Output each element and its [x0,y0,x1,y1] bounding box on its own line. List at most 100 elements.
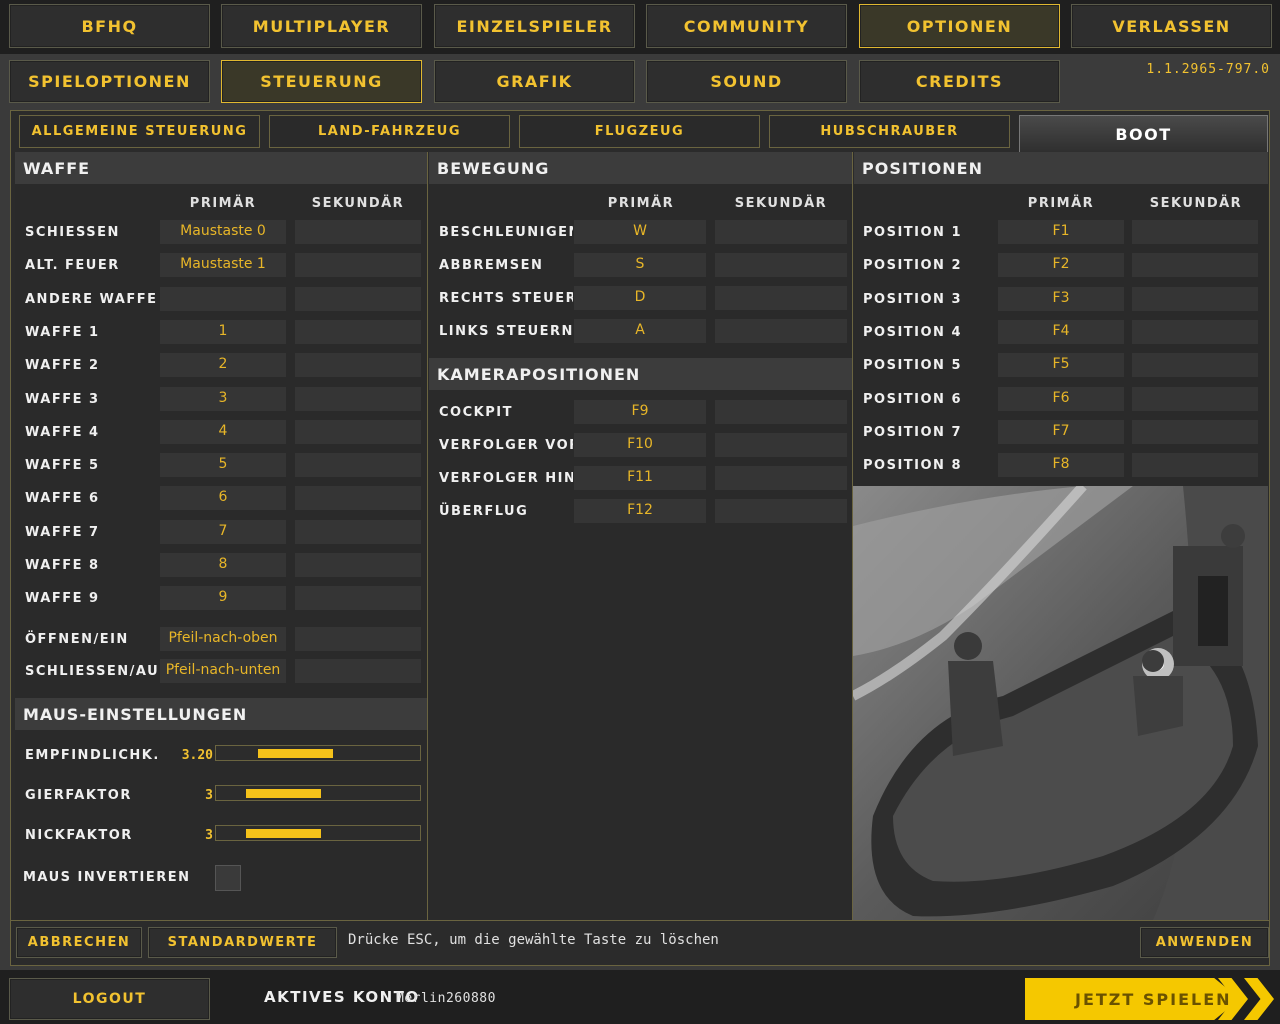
positionen-secondary-key-field[interactable] [1131,219,1259,245]
subnav-grafik-button[interactable]: GRAFIK [434,60,635,103]
boat-illustration [853,486,1268,920]
kamera-secondary-key-field[interactable] [714,432,848,458]
waffe-primary-key-field[interactable]: 9 [159,585,287,612]
invert-mouse-checkbox[interactable] [215,865,241,891]
bewegung-secondary-key-field[interactable] [714,252,848,278]
positionen-row-label: POSITION 5 [863,358,962,374]
kamera-secondary-key-field[interactable] [714,399,848,425]
section-waffe-title: WAFFE [15,152,427,184]
yaw-value: 3 [205,788,213,803]
waffe-primary-key-field[interactable]: 1 [159,318,287,345]
tab-flugzeug[interactable]: FLUGZEUG [519,115,760,148]
esc-hint-text: Drücke ESC, um die gewählte Taste zu lös… [348,932,719,948]
positionen-secondary-key-field[interactable] [1131,318,1259,345]
waffe-row-label: WAFFE 8 [25,558,100,573]
positionen-primary-key-field[interactable]: F8 [997,452,1125,479]
subnav-spieloptionen-button[interactable]: SPIELOPTIONEN [9,60,210,103]
waffe-primary-key-field[interactable] [159,285,287,312]
pitch-slider-fill [246,829,321,838]
positionen-primary-key-field[interactable]: F6 [997,385,1125,412]
nav-optionen-button[interactable]: OPTIONEN [859,4,1060,48]
play-now-button[interactable]: JETZT SPIELEN [1025,978,1240,1020]
sensitivity-slider[interactable] [215,745,421,761]
waffe-secondary-key-field[interactable] [294,518,422,545]
nav-community-button[interactable]: COMMUNITY [646,4,847,48]
defaults-button[interactable]: STANDARDWERTE [148,927,337,958]
waffe-secondary-key-field[interactable] [294,657,422,684]
kamera-primary-key-field[interactable]: F12 [573,498,707,524]
waffe-primary-key-field[interactable]: 5 [159,452,287,479]
apply-button[interactable]: ANWENDEN [1140,927,1269,958]
waffe-secondary-key-field[interactable] [294,318,422,345]
nav-multiplayer-button[interactable]: MULTIPLAYER [221,4,422,48]
bewegung-secondary-key-field[interactable] [714,285,848,311]
positionen-secondary-key-field[interactable] [1131,252,1259,279]
subnav-steuerung-button[interactable]: STEUERUNG [221,60,422,103]
waffe-primary-key-field[interactable]: Pfeil-nach-oben [159,625,287,652]
waffe-secondary-key-field[interactable] [294,452,422,479]
subnav-credits-button[interactable]: CREDITS [859,60,1060,103]
cancel-button[interactable]: ABBRECHEN [16,927,142,958]
waffe-primary-key-field[interactable]: Pfeil-nach-unten [159,657,287,684]
waffe-secondary-key-field[interactable] [294,285,422,312]
waffe-secondary-key-field[interactable] [294,585,422,612]
waffe-secondary-key-field[interactable] [294,219,422,245]
subnav-sound-button[interactable]: SOUND [646,60,847,103]
waffe-secondary-key-field[interactable] [294,252,422,279]
waffe-secondary-key-field[interactable] [294,418,422,445]
bewegung-secondary-key-field[interactable] [714,219,848,245]
positionen-primary-key-field[interactable]: F3 [997,285,1125,312]
positionen-primary-key-field[interactable]: F2 [997,252,1125,279]
bewegung-row-label: ABBREMSEN [439,258,544,273]
waffe-primary-key-field[interactable]: 6 [159,485,287,512]
waffe-primary-key-field[interactable]: 3 [159,385,287,412]
waffe-row-label: WAFFE 7 [25,524,100,540]
kamera-primary-key-field[interactable]: F11 [573,465,707,491]
bewegung-primary-key-field[interactable]: W [573,219,707,245]
waffe-secondary-key-field[interactable] [294,552,422,578]
positionen-secondary-key-field[interactable] [1131,285,1259,312]
waffe-primary-key-field[interactable]: 8 [159,552,287,578]
tab-land-fahrzeug[interactable]: LAND-FAHRZEUG [269,115,510,148]
positionen-secondary-key-field[interactable] [1131,385,1259,412]
tab-hubschrauber[interactable]: HUBSCHRAUBER [769,115,1010,148]
tab-boot[interactable]: BOOT [1019,115,1268,153]
nav-einzelspieler-button[interactable]: EINZELSPIELER [434,4,635,48]
nav-bfhq-button[interactable]: BFHQ [9,4,210,48]
kamera-secondary-key-field[interactable] [714,465,848,491]
version-label: 1.1.2965-797.0 [1146,62,1270,77]
positionen-primary-key-field[interactable]: F1 [997,219,1125,245]
waffe-secondary-key-field[interactable] [294,485,422,512]
waffe-primary-key-field[interactable]: Maustaste 0 [159,219,287,245]
positionen-primary-key-field[interactable]: F5 [997,352,1125,379]
nav-verlassen-button[interactable]: VERLASSEN [1071,4,1272,48]
positionen-primary-key-field[interactable]: F7 [997,418,1125,445]
kamera-secondary-key-field[interactable] [714,498,848,524]
yaw-slider[interactable] [215,785,421,801]
kamera-primary-key-field[interactable]: F9 [573,399,707,425]
positionen-secondary-key-field[interactable] [1131,352,1259,379]
waffe-primary-key-field[interactable]: 7 [159,518,287,545]
bewegung-primary-key-field[interactable]: A [573,318,707,344]
bewegung-primary-key-field[interactable]: D [573,285,707,311]
positionen-secondary-key-field[interactable] [1131,452,1259,479]
waffe-secondary-key-field[interactable] [294,385,422,412]
tab-allgemeine-steuerung[interactable]: ALLGEMEINE STEUERUNG [19,115,260,148]
positionen-primary-key-field[interactable]: F4 [997,318,1125,345]
waffe-secondary-key-field[interactable] [294,625,422,652]
kamera-primary-key-field[interactable]: F10 [573,432,707,458]
section-kamera-title: KAMERAPOSITIONEN [429,358,852,390]
waffe-row-label: WAFFE 2 [25,358,100,374]
pitch-slider[interactable] [215,825,421,841]
waffe-row-label: ÖFFNEN/EIN [25,631,129,647]
waffe-primary-key-field[interactable]: 4 [159,418,287,445]
waffe-secondary-key-field[interactable] [294,352,422,379]
bewegung-primary-key-field[interactable]: S [573,252,707,278]
waffe-row-label: ALT. FEUER [25,258,120,274]
waffe-primary-key-field[interactable]: 2 [159,352,287,379]
yaw-label: GIERFAKTOR [25,788,132,803]
waffe-primary-key-field[interactable]: Maustaste 1 [159,252,287,279]
logout-button[interactable]: LOGOUT [9,978,210,1020]
bewegung-secondary-key-field[interactable] [714,318,848,344]
positionen-secondary-key-field[interactable] [1131,418,1259,445]
